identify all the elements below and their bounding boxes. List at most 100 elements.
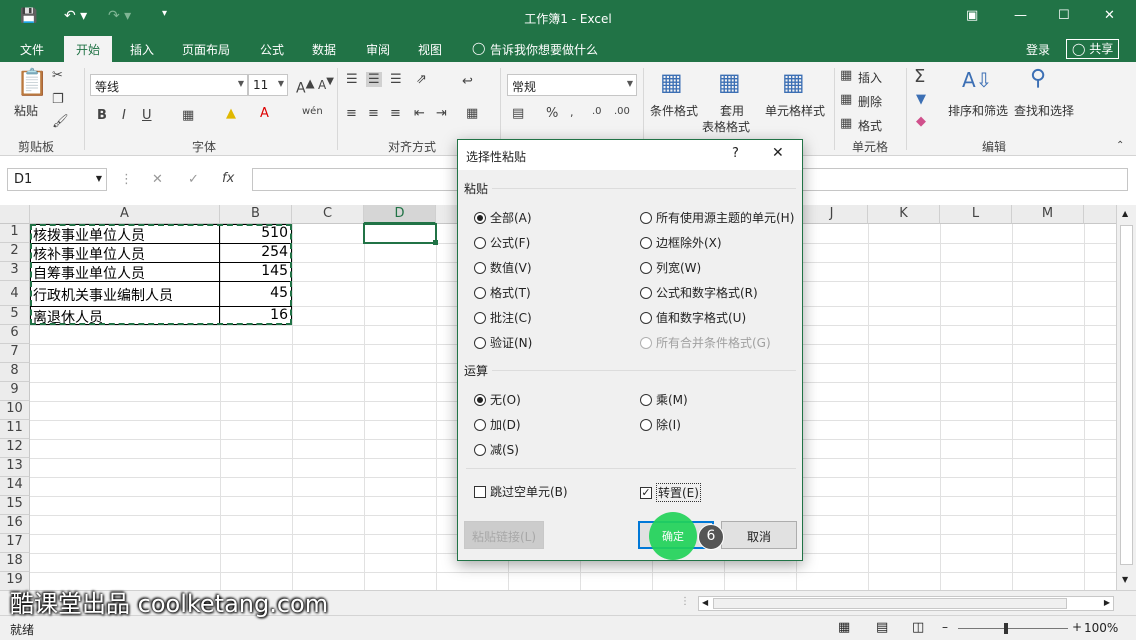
skip-blanks-checkbox[interactable]: 跳过空单元(B) (474, 483, 568, 500)
bold-button[interactable]: B (97, 108, 107, 123)
tab-review[interactable]: 审阅 (366, 41, 390, 58)
col-header-m[interactable]: M (1012, 205, 1084, 224)
wrap-text-icon[interactable]: ↩ (462, 74, 473, 89)
row-header[interactable]: 7 (0, 344, 30, 363)
help-button[interactable]: ? (732, 146, 739, 161)
col-header-n[interactable] (1084, 205, 1116, 224)
confirm-entry-icon[interactable]: ✓ (188, 172, 199, 187)
row-header[interactable]: 3 (0, 262, 30, 281)
col-header-k[interactable]: K (868, 205, 940, 224)
radio-paste-formats[interactable]: 格式(T) (474, 284, 531, 301)
paste-button[interactable]: 粘贴 (14, 102, 38, 119)
radio-paste-no-borders[interactable]: 边框除外(X) (640, 234, 722, 251)
search-icon[interactable]: ⚲ (1030, 66, 1046, 91)
minimize-button[interactable]: — (1014, 8, 1027, 23)
decrease-decimal-icon[interactable]: .00 (614, 106, 630, 117)
autosum-icon[interactable]: Σ (914, 66, 925, 87)
row-header[interactable]: 11 (0, 420, 30, 439)
scroll-thumb[interactable] (1120, 225, 1133, 565)
scroll-right-icon[interactable]: ▶ (1104, 598, 1110, 607)
horizontal-scrollbar[interactable]: ◀ ▶ (698, 596, 1114, 611)
underline-button[interactable]: U (142, 108, 152, 123)
dialog-close-icon[interactable]: ✕ (772, 145, 784, 161)
format-cells-icon[interactable]: ▦ (840, 116, 852, 131)
tab-data[interactable]: 数据 (312, 41, 336, 58)
row-header[interactable]: 1 (0, 224, 30, 243)
insert-cells-button[interactable]: 插入 (858, 69, 882, 86)
col-header-d[interactable]: D (364, 205, 436, 224)
radio-paste-source-theme[interactable]: 所有使用源主题的单元(H) (640, 209, 794, 226)
ribbon-display-icon[interactable]: ▣ (966, 8, 978, 23)
select-all-corner[interactable] (0, 205, 30, 224)
row-header[interactable]: 10 (0, 401, 30, 420)
tab-formulas[interactable]: 公式 (260, 41, 284, 58)
percent-icon[interactable]: % (546, 106, 558, 121)
format-cells-button[interactable]: 格式 (858, 117, 882, 134)
delete-cells-icon[interactable]: ▦ (840, 92, 852, 107)
radio-paste-column-widths[interactable]: 列宽(W) (640, 259, 701, 276)
radio-op-add[interactable]: 加(D) (474, 416, 521, 433)
row-header[interactable]: 13 (0, 458, 30, 477)
col-header-c[interactable]: C (292, 205, 364, 224)
signin-link[interactable]: 登录 (1026, 41, 1050, 58)
click-highlight[interactable]: 确定 (649, 512, 697, 560)
row-header[interactable]: 5 (0, 306, 30, 325)
share-button[interactable]: ◯ 共享 (1066, 39, 1120, 59)
normal-view-icon[interactable]: ▦ (838, 620, 850, 635)
scroll-down-icon[interactable]: ▼ (1122, 575, 1128, 584)
align-right-icon[interactable]: ≡ (390, 106, 401, 121)
align-bottom-icon[interactable]: ☰ (390, 72, 402, 87)
tab-file[interactable]: 文件 (20, 41, 44, 58)
table-format-label-1[interactable]: 套用 (720, 102, 744, 119)
hscroll-thumb[interactable] (713, 598, 1067, 609)
active-cell-d1[interactable] (363, 223, 437, 244)
tab-home[interactable]: 开始 (64, 36, 113, 62)
zoom-slider[interactable] (958, 628, 1068, 629)
tab-view[interactable]: 视图 (418, 41, 442, 58)
close-button[interactable]: ✕ (1104, 8, 1115, 23)
tab-insert[interactable]: 插入 (130, 41, 154, 58)
cell-style-button[interactable]: 单元格样式 (765, 102, 825, 119)
cell-a2[interactable]: 核补事业单位人员 (33, 244, 145, 264)
delete-cells-button[interactable]: 删除 (858, 93, 882, 110)
tab-page-layout[interactable]: 页面布局 (182, 41, 230, 58)
insert-cells-icon[interactable]: ▦ (840, 68, 852, 83)
scroll-left-icon[interactable]: ◀ (702, 598, 708, 607)
cell-a4[interactable]: 行政机关事业编制人员 (33, 285, 173, 305)
col-header-l[interactable]: L (940, 205, 1012, 224)
align-top-icon[interactable]: ☰ (346, 72, 358, 87)
align-middle-icon[interactable]: ☰ (366, 72, 382, 87)
clear-icon[interactable]: ◆ (916, 114, 926, 129)
maximize-button[interactable]: ☐ (1058, 8, 1070, 23)
currency-icon[interactable]: ▤ (512, 106, 524, 121)
row-header[interactable]: 17 (0, 534, 30, 553)
page-layout-view-icon[interactable]: ▤ (876, 620, 888, 635)
row-header[interactable]: 8 (0, 363, 30, 382)
increase-indent-icon[interactable]: ⇥ (436, 106, 447, 121)
radio-paste-all[interactable]: 全部(A) (474, 209, 532, 226)
paste-icon[interactable]: 📋 (16, 68, 48, 98)
italic-button[interactable]: I (122, 108, 126, 123)
zoom-out-icon[interactable]: – (942, 620, 948, 634)
row-header[interactable]: 15 (0, 496, 30, 515)
radio-op-none[interactable]: 无(O) (474, 391, 521, 408)
font-name-select[interactable]: 等线 ▼ (90, 74, 248, 96)
tell-me-box[interactable]: 告诉我你想要做什么 (490, 41, 598, 58)
increase-font-icon[interactable]: A▲ (296, 76, 315, 97)
row-header[interactable]: 18 (0, 553, 30, 572)
fill-handle[interactable] (433, 240, 438, 245)
fill-color-icon[interactable]: ▲ (226, 106, 236, 121)
table-format-icon[interactable]: ▦ (718, 68, 741, 96)
format-painter-icon[interactable]: 🖌 (52, 114, 69, 129)
decrease-font-icon[interactable]: A▼ (318, 76, 334, 92)
find-select-button[interactable]: 查找和选择 (1014, 102, 1074, 119)
radio-paste-values[interactable]: 数值(V) (474, 259, 532, 276)
cancel-entry-icon[interactable]: ✕ (152, 172, 163, 187)
zoom-in-icon[interactable]: + (1072, 620, 1082, 634)
cell-style-icon[interactable]: ▦ (782, 68, 805, 96)
row-header[interactable]: 4 (0, 281, 30, 306)
page-break-view-icon[interactable]: ◫ (912, 620, 924, 635)
insert-function-icon[interactable]: fx (222, 171, 234, 186)
col-header-b[interactable]: B (220, 205, 292, 224)
cell-b2[interactable]: 254 (222, 244, 288, 260)
